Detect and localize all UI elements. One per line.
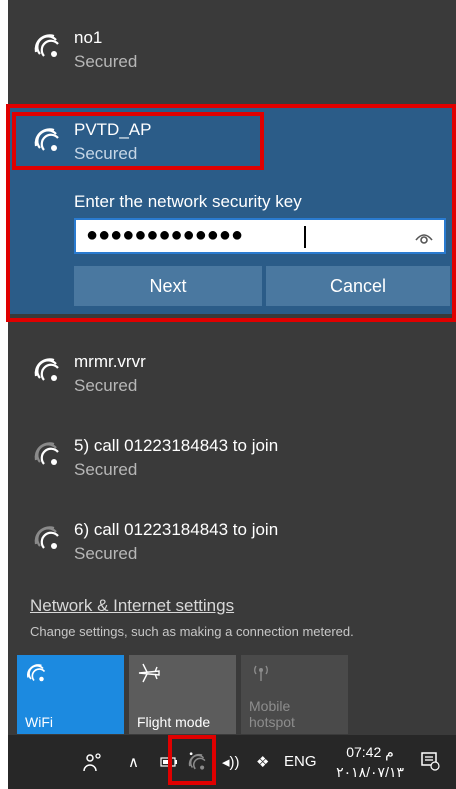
wifi-weak-icon (34, 526, 59, 549)
network-settings-link[interactable]: Network & Internet settings (30, 596, 234, 616)
reveal-password-icon[interactable] (414, 228, 434, 246)
tile-label: WiFi (25, 714, 53, 730)
wifi-toggle-tile[interactable]: WiFi (17, 655, 124, 734)
notifications-icon[interactable] (420, 751, 440, 771)
language-indicator[interactable]: ENG (284, 753, 317, 770)
tile-label: Flight mode (137, 714, 211, 730)
network-status: Secured (74, 144, 138, 163)
wifi-tray-icon[interactable] (186, 751, 210, 773)
network-settings-subtext: Change settings, such as making a connec… (30, 624, 354, 639)
taskbar: ∧ ◂)) ❖ ENG 07:42 م ٢٠١٨/٠٧/١٣ (8, 735, 456, 789)
network-item-mrmr-vrvr[interactable]: mrmr.vrvr Secured (8, 334, 456, 418)
network-item-no1[interactable]: no1 Secured (8, 10, 456, 94)
network-name: 5) call 01223184843 to join (74, 436, 279, 455)
people-icon[interactable] (82, 751, 104, 773)
volume-icon[interactable]: ◂)) (222, 753, 240, 771)
network-name: 6) call 01223184843 to join (74, 520, 279, 539)
network-item-call-5[interactable]: 5) call 01223184843 to join Secured (8, 418, 456, 502)
network-item-pvtd-ap-selected[interactable]: PVTD_AP Secured Enter the network securi… (8, 106, 456, 314)
password-value: ●●●●●●●●●●●●● (86, 224, 244, 246)
wifi-icon (34, 34, 59, 57)
next-button[interactable]: Next (74, 266, 262, 306)
security-key-prompt: Enter the network security key (74, 192, 302, 211)
clock-time: 07:42 م (346, 744, 394, 760)
network-name: mrmr.vrvr (74, 352, 146, 371)
network-status: Secured (74, 460, 138, 479)
wifi-weak-icon (34, 442, 59, 465)
network-flyout: no1 Secured PVTD_AP Secured Enter the ne… (8, 0, 456, 735)
network-status: Secured (74, 544, 138, 563)
wifi-icon (34, 358, 59, 381)
mobile-hotspot-tile[interactable]: Mobile hotspot (241, 655, 348, 734)
flight-mode-tile[interactable]: Flight mode (129, 655, 236, 734)
cancel-button[interactable]: Cancel (266, 266, 450, 306)
network-status: Secured (74, 376, 138, 395)
network-status: Secured (74, 52, 138, 71)
tile-label: Mobile hotspot (249, 698, 295, 730)
airplane-icon (138, 663, 160, 683)
network-item-call-6[interactable]: 6) call 01223184843 to join Secured (8, 502, 456, 586)
clock-date: ٢٠١٨/٠٧/١٣ (336, 764, 404, 780)
show-hidden-icons-icon[interactable]: ∧ (128, 753, 139, 771)
wifi-icon (34, 128, 59, 151)
security-key-input[interactable]: ●●●●●●●●●●●●● (74, 218, 446, 254)
network-name: PVTD_AP (74, 120, 152, 139)
network-name: no1 (74, 28, 103, 47)
wifi-icon (26, 664, 46, 682)
text-caret (304, 226, 306, 248)
dropbox-icon[interactable]: ❖ (256, 753, 269, 771)
battery-icon[interactable] (160, 757, 178, 767)
hotspot-icon (254, 665, 268, 681)
clock[interactable]: 07:42 م ٢٠١٨/٠٧/١٣ (336, 742, 404, 782)
